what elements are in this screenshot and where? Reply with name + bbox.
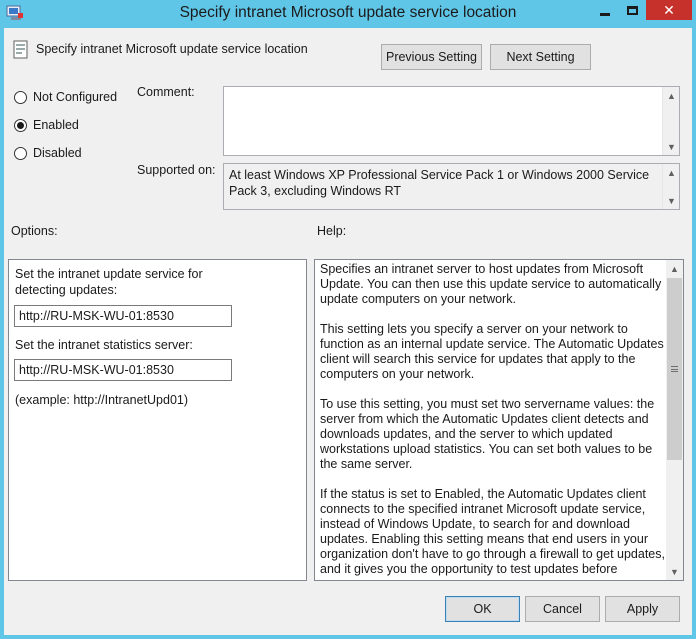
help-paragraph: This setting lets you specify a server o… bbox=[320, 322, 664, 381]
statistics-server-label: Set the intranet statistics server: bbox=[15, 338, 193, 352]
scroll-up-arrow-icon[interactable]: ▲ bbox=[666, 260, 683, 277]
minimize-button[interactable] bbox=[593, 0, 617, 20]
comment-scrollbar[interactable]: ▲ ▼ bbox=[662, 87, 679, 155]
disabled-radio[interactable] bbox=[14, 146, 27, 160]
radio-selected-dot bbox=[17, 121, 24, 129]
help-text: Specifies an intranet server to host upd… bbox=[320, 262, 665, 578]
maximize-button[interactable] bbox=[619, 0, 645, 20]
not-configured-radio[interactable] bbox=[14, 90, 27, 104]
disabled-option[interactable]: Disabled bbox=[14, 146, 82, 160]
scroll-up-arrow-icon[interactable]: ▲ bbox=[663, 87, 680, 104]
minimize-icon bbox=[600, 12, 610, 16]
detect-server-label: Set the intranet update service for dete… bbox=[15, 267, 203, 297]
comment-textarea[interactable]: ▲ ▼ bbox=[223, 86, 680, 156]
policy-dialog-window: Specify intranet Microsoft update servic… bbox=[0, 0, 696, 639]
disabled-label: Disabled bbox=[33, 146, 82, 160]
help-paragraph: Specifies an intranet server to host upd… bbox=[320, 262, 662, 306]
example-text: (example: http://IntranetUpd01) bbox=[15, 393, 189, 407]
help-paragraph: To use this setting, you must set two se… bbox=[320, 397, 655, 471]
scroll-down-arrow-icon[interactable]: ▼ bbox=[663, 138, 680, 155]
supported-on-label: Supported on: bbox=[137, 163, 216, 177]
not-configured-label: Not Configured bbox=[33, 90, 118, 104]
close-icon: ✕ bbox=[663, 2, 675, 18]
supported-scrollbar[interactable]: ▲ ▼ bbox=[662, 164, 679, 209]
next-setting-button[interactable]: Next Setting bbox=[490, 44, 591, 70]
statistics-server-input[interactable] bbox=[14, 359, 232, 381]
not-configured-option[interactable]: Not Configured bbox=[14, 90, 117, 104]
policy-title: Specify intranet Microsoft update servic… bbox=[36, 42, 308, 56]
detect-server-input[interactable] bbox=[14, 305, 232, 327]
help-paragraph: If the status is set to Enabled, the Aut… bbox=[320, 487, 665, 578]
help-scroll-thumb[interactable] bbox=[667, 278, 682, 460]
apply-button[interactable]: Apply bbox=[605, 596, 680, 622]
policy-setting-icon bbox=[13, 40, 28, 59]
help-heading: Help: bbox=[317, 224, 347, 238]
scroll-up-arrow-icon[interactable]: ▲ bbox=[663, 164, 680, 181]
enabled-radio[interactable] bbox=[14, 118, 27, 132]
help-panel: Specifies an intranet server to host upd… bbox=[314, 259, 684, 581]
grip-icon bbox=[671, 366, 678, 372]
window-title: Specify intranet Microsoft update servic… bbox=[179, 4, 517, 21]
enabled-label: Enabled bbox=[33, 118, 79, 132]
scroll-down-arrow-icon[interactable]: ▼ bbox=[663, 192, 680, 209]
comment-label: Comment: bbox=[137, 85, 195, 99]
title-bar[interactable]: Specify intranet Microsoft update servic… bbox=[0, 0, 696, 28]
options-panel: Set the intranet update service for dete… bbox=[8, 259, 307, 581]
supported-on-field: At least Windows XP Professional Service… bbox=[223, 163, 680, 210]
ok-button[interactable]: OK bbox=[445, 596, 520, 622]
cancel-button[interactable]: Cancel bbox=[525, 596, 600, 622]
supported-on-value: At least Windows XP Professional Service… bbox=[229, 168, 650, 198]
enabled-option[interactable]: Enabled bbox=[14, 118, 79, 132]
options-heading: Options: bbox=[11, 224, 58, 238]
help-scrollbar[interactable]: ▲ ▼ bbox=[666, 260, 683, 580]
dialog-client-area: Specify intranet Microsoft update servic… bbox=[4, 28, 692, 635]
maximize-icon bbox=[626, 5, 638, 15]
close-button[interactable]: ✕ bbox=[646, 0, 692, 20]
scroll-down-arrow-icon[interactable]: ▼ bbox=[666, 563, 683, 580]
previous-setting-button[interactable]: Previous Setting bbox=[381, 44, 482, 70]
